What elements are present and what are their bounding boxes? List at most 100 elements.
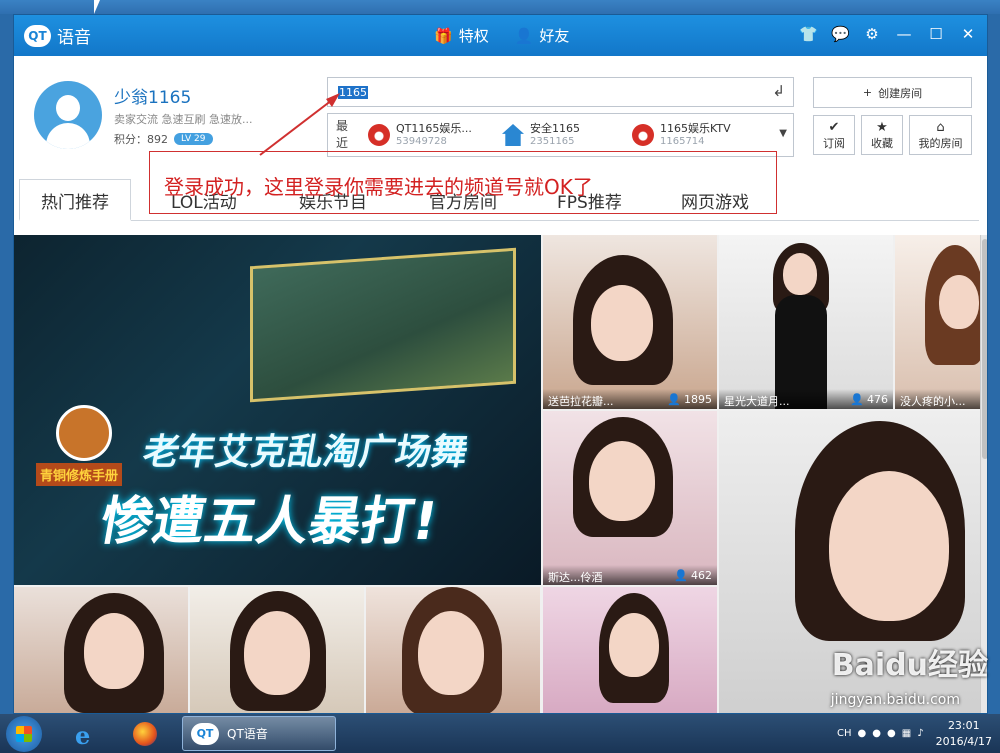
windows-logo-icon	[16, 726, 32, 742]
mouse-cursor-icon	[94, 0, 100, 14]
channel-tile[interactable]	[190, 587, 364, 713]
baidu-watermark: Baidu经验	[831, 648, 988, 683]
plus-icon: +	[862, 86, 873, 99]
search-selected-text: 1165	[338, 86, 368, 99]
my-room-button[interactable]: ⌂ 我的房间	[909, 115, 972, 155]
tray-app-icon[interactable]: ●	[858, 728, 867, 739]
user-icon: 👤	[514, 26, 534, 45]
level-badge: LV 29	[174, 133, 213, 145]
channel-tile[interactable]: 星光大道月... 👤 476	[719, 235, 893, 409]
recent-item[interactable]: 1165娱乐KTV 1165714	[632, 120, 731, 147]
taskbar-qt-app[interactable]: QT QT语音	[182, 716, 336, 751]
score-row: 积分：892 LV 29	[114, 131, 213, 147]
viewers-icon: 👤	[674, 569, 688, 582]
channel-tile[interactable]: 斯达...伶酒 👤 462	[543, 411, 717, 585]
banner-title: 老年艾克乱淘广场舞	[139, 432, 472, 473]
username[interactable]: 少翁1165	[114, 83, 191, 108]
create-room-label: 创建房间	[878, 86, 923, 100]
friends-label: 好友	[539, 27, 570, 45]
recent-item[interactable]: 安全1165 2351165	[502, 120, 580, 147]
clock-time: 23:01	[947, 718, 980, 732]
channel-tile[interactable]: 没人疼的小...	[895, 235, 980, 409]
recent-item-name: 1165娱乐KTV	[660, 122, 731, 135]
gift-icon: 🎁	[434, 26, 453, 45]
tray-app-icon[interactable]: ●	[887, 728, 896, 739]
recent-item-name: QT1165娱乐...	[396, 122, 472, 135]
tile-title: 没人疼的小...	[900, 395, 966, 408]
app-logo: QT 语音	[24, 23, 91, 48]
annotation-text: 登录成功，这里登录你需要进去的频道号就OK了	[164, 175, 593, 199]
recent-item[interactable]: QT1165娱乐... 53949728	[368, 120, 472, 147]
maximize-icon[interactable]: ☐	[927, 25, 945, 43]
qt-voice-window: QT 语音 🎁 特权 👤 好友 👕 💬 ⚙ — ☐ ✕ 少翁1165 卖家交流 …	[13, 14, 988, 714]
viewer-count: 462	[691, 569, 712, 582]
tray-app-icon[interactable]: ●	[872, 728, 881, 739]
recent-label: 最近	[336, 119, 349, 150]
privilege-label: 特权	[458, 27, 489, 45]
channel-tile[interactable]	[543, 587, 717, 713]
tile-title: 星光大道月...	[724, 395, 790, 408]
home-icon	[502, 124, 524, 146]
viewer-count: 476	[867, 393, 888, 406]
chevron-down-icon[interactable]: ▼	[779, 128, 787, 139]
tile-title: 送芭拉花瓣...	[548, 395, 614, 408]
firefox-button[interactable]	[124, 718, 166, 750]
channel-search-box[interactable]: 1165 ↲	[327, 77, 794, 107]
enter-icon[interactable]: ↲	[772, 82, 785, 100]
viewers-icon: 👤	[850, 393, 864, 406]
banner-subtitle: 惨遭五人暴打!	[95, 492, 443, 552]
subscribe-button[interactable]: ✔ 订阅	[813, 115, 855, 155]
internet-explorer-button[interactable]: e	[66, 718, 108, 750]
create-room-button[interactable]: + 创建房间	[813, 77, 972, 108]
qt-logo-icon: QT	[24, 24, 51, 47]
language-indicator[interactable]: CH	[837, 728, 852, 739]
app-name: 语音	[57, 28, 91, 48]
home-icon: ⌂	[936, 119, 945, 135]
recent-item-id: 1165714	[660, 136, 705, 147]
close-icon[interactable]: ✕	[959, 25, 977, 43]
clock[interactable]: 23:01 2016/4/17	[936, 718, 992, 750]
desktop-strip	[0, 0, 1000, 14]
avatar[interactable]	[34, 81, 102, 149]
minimize-icon[interactable]: —	[895, 25, 913, 43]
tile-caption: 斯达...伶酒 👤 462	[543, 565, 717, 585]
recent-item-id: 53949728	[396, 136, 447, 147]
star-icon: ★	[876, 119, 888, 135]
network-icon[interactable]: ▦	[902, 728, 911, 739]
system-tray: CH ● ● ● ▦ ♪ 23:01 2016/4/17	[837, 714, 992, 753]
my-room-label: 我的房间	[918, 136, 963, 150]
score-label: 积分：892	[114, 133, 168, 146]
ie-icon: e	[75, 721, 91, 750]
recent-item-id: 2351165	[530, 136, 575, 147]
profile-tags: 卖家交流 急速互刷 急速放...	[114, 113, 253, 126]
tile-title: 斯达...伶酒	[548, 571, 603, 584]
channel-logo-icon	[368, 124, 390, 146]
skin-icon[interactable]: 👕	[799, 25, 818, 43]
volume-icon[interactable]: ♪	[917, 728, 923, 739]
check-icon: ✔	[828, 119, 840, 135]
message-icon[interactable]: 💬	[831, 25, 850, 43]
taskbar-app-label: QT语音	[227, 727, 268, 741]
game-screenshot	[250, 247, 516, 403]
channel-search-input[interactable]	[328, 78, 758, 106]
start-button[interactable]	[6, 716, 42, 752]
channel-tile[interactable]	[14, 587, 188, 713]
favorite-button[interactable]: ★ 收藏	[861, 115, 903, 155]
featured-banner[interactable]: 青铜修炼手册 老年艾克乱淘广场舞 惨遭五人暴打!	[14, 235, 541, 585]
tab-hot[interactable]: 热门推荐	[19, 179, 131, 221]
favorite-label: 收藏	[871, 136, 893, 150]
channel-tile[interactable]: 送芭拉花瓣... 👤 1895	[543, 235, 717, 409]
tile-caption: 送芭拉花瓣... 👤 1895	[543, 389, 717, 409]
tile-caption: 星光大道月... 👤 476	[719, 389, 893, 409]
taskbar: e QT QT语音 CH ● ● ● ▦ ♪ 23:01 2016/4/17	[0, 714, 1000, 753]
subscribe-label: 订阅	[823, 136, 845, 150]
recent-item-name: 安全1165	[530, 122, 580, 135]
tile-caption: 没人疼的小...	[895, 389, 980, 409]
titlebar: QT 语音 🎁 特权 👤 好友 👕 💬 ⚙ — ☐ ✕	[14, 15, 987, 56]
qt-logo-icon: QT	[191, 722, 219, 745]
privilege-button[interactable]: 🎁 特权	[434, 25, 489, 46]
settings-icon[interactable]: ⚙	[863, 25, 881, 43]
friends-button[interactable]: 👤 好友	[515, 25, 570, 46]
channel-tile[interactable]	[366, 587, 540, 713]
viewers-icon: 👤	[667, 393, 681, 406]
